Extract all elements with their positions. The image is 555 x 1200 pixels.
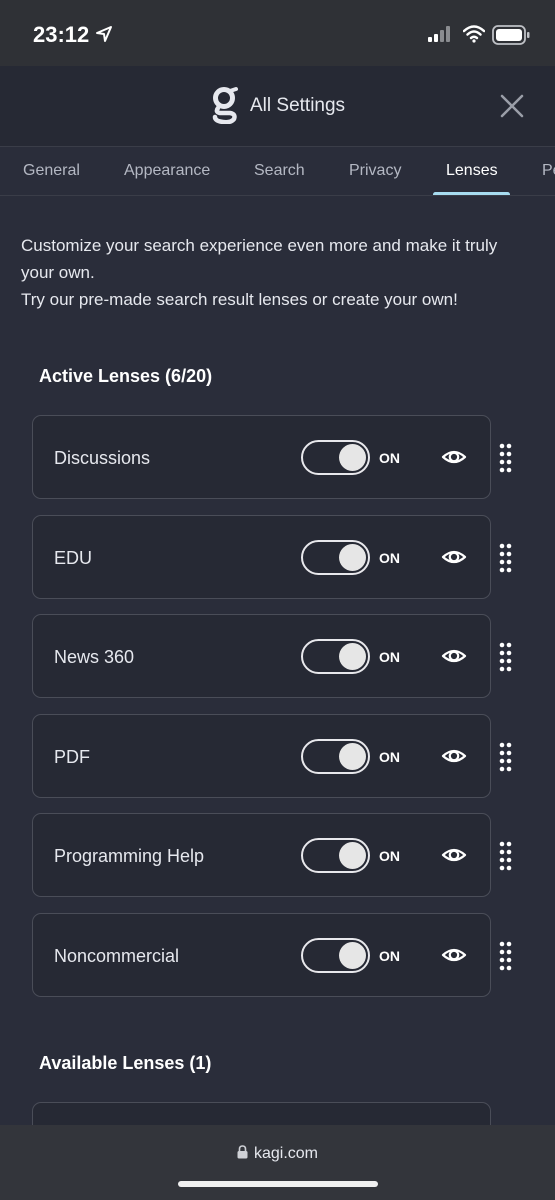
lens-card: Noncommercial ON xyxy=(32,913,491,997)
lens-toggle[interactable] xyxy=(301,440,370,475)
tab-personalization[interactable]: Pe xyxy=(542,162,555,180)
toggle-knob xyxy=(339,544,366,571)
lenses-intro: Customize your search experience even mo… xyxy=(21,232,521,313)
toggle-knob xyxy=(339,643,366,670)
eye-icon[interactable] xyxy=(441,546,467,568)
close-icon[interactable] xyxy=(499,93,525,119)
active-tab-indicator xyxy=(433,192,510,195)
cellular-signal-icon xyxy=(428,26,450,42)
toggle-knob xyxy=(339,444,366,471)
lens-name: Discussions xyxy=(54,448,151,468)
drag-handle-icon[interactable] xyxy=(499,543,513,573)
battery-icon xyxy=(492,25,530,45)
toggle-state-label: ON xyxy=(379,948,400,964)
drag-handle-icon[interactable] xyxy=(499,742,513,772)
url-text: kagi.com xyxy=(253,1145,319,1162)
intro-line-1: Customize your search experience even mo… xyxy=(21,236,498,282)
drag-handle-icon[interactable] xyxy=(499,841,513,871)
toggle-state-label: ON xyxy=(379,450,400,466)
lens-name: News 360 xyxy=(54,647,135,667)
lens-name: PDF xyxy=(54,747,90,767)
eye-icon[interactable] xyxy=(441,844,467,866)
toggle-knob xyxy=(339,842,366,869)
browser-url-bar[interactable]: kagi.com xyxy=(0,1125,555,1200)
tab-privacy[interactable]: Privacy xyxy=(349,162,401,180)
lens-card: Programming Help ON xyxy=(32,813,491,897)
tab-general[interactable]: General xyxy=(23,162,80,180)
settings-tabs: General Appearance Search Privacy Lenses… xyxy=(0,146,555,196)
tab-lenses[interactable]: Lenses xyxy=(446,162,498,180)
available-lenses-title: Available Lenses (1) xyxy=(39,1053,212,1073)
intro-line-2: Try our pre-made search result lenses or… xyxy=(21,290,458,309)
lock-icon xyxy=(237,1145,248,1159)
tab-search[interactable]: Search xyxy=(254,162,305,180)
lens-name: EDU xyxy=(54,548,93,568)
toggle-state-label: ON xyxy=(379,649,400,665)
lens-card: News 360 ON xyxy=(32,614,491,698)
page-title: All Settings xyxy=(250,95,346,116)
toggle-state-label: ON xyxy=(379,848,400,864)
settings-header: All Settings xyxy=(0,66,555,146)
eye-icon[interactable] xyxy=(441,645,467,667)
lens-card: EDU ON xyxy=(32,515,491,599)
lens-card: PDF ON xyxy=(32,714,491,798)
lens-name: Noncommercial xyxy=(54,946,180,966)
eye-icon[interactable] xyxy=(441,745,467,767)
toggle-state-label: ON xyxy=(379,550,400,566)
drag-handle-icon[interactable] xyxy=(499,941,513,971)
toggle-knob xyxy=(339,942,366,969)
eye-icon[interactable] xyxy=(441,446,467,468)
drag-handle-icon[interactable] xyxy=(499,443,513,473)
kagi-logo-icon xyxy=(212,87,238,124)
status-time: 23:12 xyxy=(33,22,90,47)
lens-toggle[interactable] xyxy=(301,639,370,674)
tab-appearance[interactable]: Appearance xyxy=(124,162,210,180)
lens-card: Discussions ON xyxy=(32,415,491,499)
lens-toggle[interactable] xyxy=(301,838,370,873)
home-indicator[interactable] xyxy=(178,1181,378,1187)
lens-toggle[interactable] xyxy=(301,739,370,774)
wifi-icon xyxy=(463,25,485,43)
location-arrow-icon xyxy=(96,26,112,42)
lens-toggle[interactable] xyxy=(301,938,370,973)
drag-handle-icon[interactable] xyxy=(499,642,513,672)
lens-name: Programming Help xyxy=(54,846,205,866)
toggle-knob xyxy=(339,743,366,770)
lens-toggle[interactable] xyxy=(301,540,370,575)
toggle-state-label: ON xyxy=(379,749,400,765)
active-lenses-title: Active Lenses (6/20) xyxy=(39,366,213,386)
status-bar: 23:12 xyxy=(0,0,555,66)
eye-icon[interactable] xyxy=(441,944,467,966)
